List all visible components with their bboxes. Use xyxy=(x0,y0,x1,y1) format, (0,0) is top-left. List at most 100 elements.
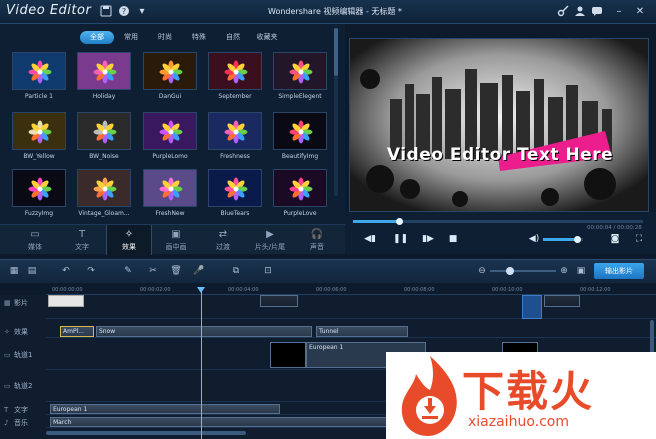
effect-thumbnail[interactable] xyxy=(77,112,131,150)
close-icon[interactable]: ✕ xyxy=(633,5,647,19)
effects-scrollbar-thumb[interactable] xyxy=(334,28,338,76)
video-clip[interactable] xyxy=(48,295,84,307)
effect-track[interactable]: AmPl... Snow Tunnel xyxy=(46,324,656,338)
flower-icon xyxy=(224,120,248,144)
flower-icon xyxy=(224,60,248,84)
stop-button[interactable]: ■ xyxy=(447,233,459,245)
volume-handle[interactable] xyxy=(574,236,581,243)
effect-thumbnail[interactable] xyxy=(208,52,262,90)
zoom-slider-track[interactable] xyxy=(490,270,556,272)
flower-icon xyxy=(159,120,183,144)
video-clip[interactable] xyxy=(260,295,298,307)
snapshot-icon[interactable]: ◙ xyxy=(609,233,621,245)
video-clip[interactable] xyxy=(544,295,580,307)
svg-text:?: ? xyxy=(122,7,126,16)
effect-icon: ✧ xyxy=(4,328,10,336)
settings-key-icon[interactable] xyxy=(556,5,570,19)
effect-label: BlueTears xyxy=(220,210,250,217)
preview-screen: Video Editor Text Here xyxy=(349,38,649,212)
effect-thumbnail[interactable] xyxy=(143,169,197,207)
overlay-thumb-clip[interactable] xyxy=(270,342,306,368)
prev-frame-button[interactable]: ◀▮ xyxy=(364,233,376,245)
effect-thumbnail[interactable] xyxy=(143,52,197,90)
effect-label: FreshNew xyxy=(155,210,185,217)
pause-button[interactable]: ❚❚ xyxy=(393,233,408,245)
flower-icon xyxy=(159,60,183,84)
track-header: ✧ 效果 xyxy=(0,327,46,337)
chat-icon[interactable] xyxy=(590,5,604,19)
undo-icon[interactable]: ↶ xyxy=(60,265,72,277)
tab-nature[interactable]: 自然 xyxy=(216,31,250,44)
ruler-tick-label: 00:00:08:00 xyxy=(404,287,435,293)
effect-thumbnail[interactable] xyxy=(208,169,262,207)
zoom-slider-handle[interactable] xyxy=(505,267,514,275)
next-frame-button[interactable]: ▮▶ xyxy=(422,233,434,245)
effect-label: PurpleLomo xyxy=(152,153,188,160)
effect-thumbnail[interactable] xyxy=(273,52,327,90)
tab-fashion[interactable]: 时尚 xyxy=(148,31,182,44)
tab-all[interactable]: 全部 xyxy=(80,31,114,44)
dropdown-arrow-icon[interactable]: ▾ xyxy=(135,5,149,19)
module-tab[interactable]: ⇄ 过渡 xyxy=(200,225,246,255)
delete-icon[interactable]: 🗑 xyxy=(170,265,182,277)
export-button[interactable]: 输出影片 xyxy=(594,263,644,279)
fit-timeline-icon[interactable]: ▣ xyxy=(575,265,587,277)
effect-clip-ampl[interactable]: AmPl... xyxy=(60,326,94,337)
music-clip[interactable]: March xyxy=(50,417,390,427)
text-t-icon: T xyxy=(4,406,9,414)
text-clip[interactable]: European 1 xyxy=(50,404,280,414)
ruler-tick-label: 00:00:10:00 xyxy=(492,287,523,293)
tab-special[interactable]: 特殊 xyxy=(182,31,216,44)
redo-icon[interactable]: ↷ xyxy=(85,265,97,277)
effect-thumbnail[interactable] xyxy=(77,52,131,90)
video-track[interactable] xyxy=(46,295,656,319)
effect-label: BW_Yellow xyxy=(23,153,55,160)
track-header: ♪ 音乐 xyxy=(0,418,46,428)
help-icon[interactable]: ? xyxy=(117,5,131,19)
storyboard-view-icon[interactable]: ▦ xyxy=(8,265,20,277)
cut-icon[interactable]: ✂ xyxy=(147,265,159,277)
tab-common[interactable]: 常用 xyxy=(114,31,148,44)
timeline-view-icon[interactable]: ▤ xyxy=(26,265,38,277)
track-label: 效果 xyxy=(14,328,28,336)
time-ruler[interactable] xyxy=(46,283,656,295)
module-tab[interactable]: T 文字 xyxy=(59,225,105,255)
module-tab[interactable]: ✧ 效果 xyxy=(106,225,152,255)
volume-fill xyxy=(543,238,577,241)
module-tab[interactable]: 🎧 声音 xyxy=(294,225,340,255)
effect-thumbnail[interactable] xyxy=(77,169,131,207)
minimize-icon[interactable]: – xyxy=(612,5,626,19)
effect-thumbnail[interactable] xyxy=(12,112,66,150)
user-icon[interactable] xyxy=(573,5,587,19)
fullscreen-icon[interactable]: ⛶ xyxy=(633,233,645,245)
effect-clip-tunnel[interactable]: Tunnel xyxy=(316,326,408,337)
zoom-out-icon[interactable]: ⊖ xyxy=(476,265,488,277)
save-icon[interactable] xyxy=(99,5,113,19)
module-tab-label: 文字 xyxy=(75,243,89,251)
effect-thumbnail[interactable] xyxy=(12,169,66,207)
playhead[interactable] xyxy=(201,290,202,439)
effect-thumbnail[interactable] xyxy=(273,112,327,150)
volume-icon[interactable]: ◀) xyxy=(528,233,540,245)
track-header: T 文字 xyxy=(0,405,46,415)
effect-thumbnail[interactable] xyxy=(273,169,327,207)
timeline-scrollbar[interactable] xyxy=(46,431,246,435)
effect-thumbnail[interactable] xyxy=(143,112,197,150)
effect-thumbnail[interactable] xyxy=(12,52,66,90)
zoom-in-icon[interactable]: ⊕ xyxy=(558,265,570,277)
module-tab-label: 画中画 xyxy=(165,243,187,251)
effect-clip-label: Tunnel xyxy=(319,328,339,335)
edit-icon[interactable]: ✎ xyxy=(122,265,134,277)
module-tab-label: 效果 xyxy=(122,243,136,251)
module-bar: ▭ 媒体 T 文字 ✧ 效果 ▣ 画中画 ⇄ 过渡 ▶ 片头/片尾 🎧 声音 xyxy=(0,224,345,255)
module-tab[interactable]: ▣ 画中画 xyxy=(153,225,199,255)
microphone-icon[interactable]: 🎤 xyxy=(193,265,205,277)
effect-clip-snow[interactable]: Snow xyxy=(96,326,312,337)
tab-favorites[interactable]: 收藏夹 xyxy=(250,31,284,44)
module-tab[interactable]: ▭ 媒体 xyxy=(12,225,58,255)
effect-thumbnail[interactable] xyxy=(208,112,262,150)
video-clip-selected[interactable] xyxy=(522,295,542,319)
module-tab[interactable]: ▶ 片头/片尾 xyxy=(247,225,293,255)
split-icon[interactable]: ⧉ xyxy=(230,265,242,277)
crop-icon[interactable]: ⊡ xyxy=(262,265,274,277)
